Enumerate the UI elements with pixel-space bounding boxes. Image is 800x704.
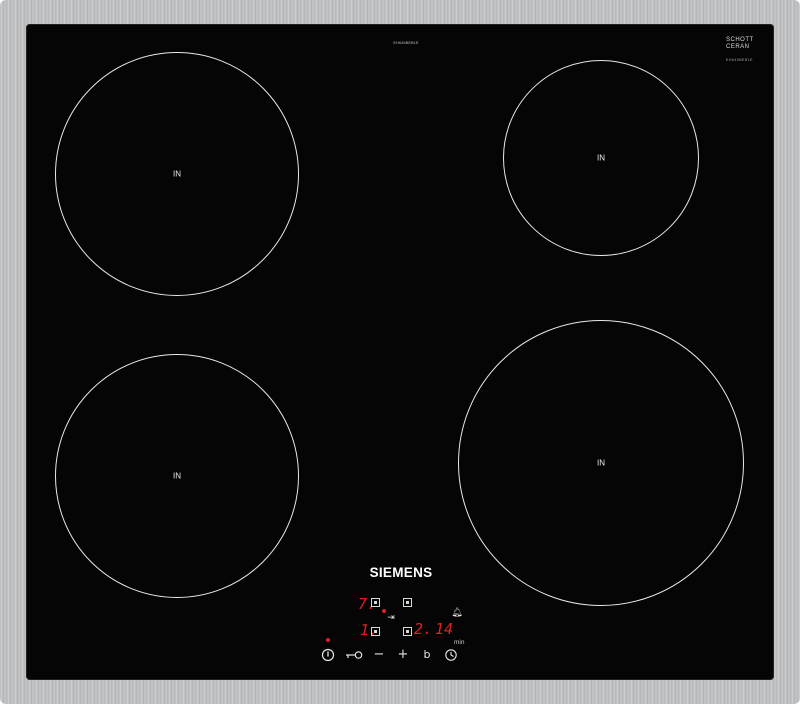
badge-sub: EH645BEB1E <box>726 58 753 62</box>
zone-select-rear-right[interactable] <box>403 598 412 607</box>
timer-minutes-display: 14 <box>435 620 454 638</box>
brand-logo: SIEMENS <box>369 565 433 580</box>
zone-select-front-right[interactable] <box>403 627 412 636</box>
boost-button[interactable]: b <box>421 648 433 662</box>
schott-ceran-badge: SCHOTT CERAN EH645BEB1E <box>726 37 766 64</box>
plus-button[interactable]: + <box>396 648 410 662</box>
clock-icon[interactable] <box>444 648 458 666</box>
zone-select-rear-left[interactable] <box>371 598 380 607</box>
badge-line1: SCHOTT <box>726 37 754 43</box>
cooktop-frame: EH645BEB1E SCHOTT CERAN EH645BEB1E IN IN… <box>0 0 800 704</box>
zone-label: IN <box>597 458 605 468</box>
bell-icon[interactable]: 🔔︎ <box>451 606 463 620</box>
zone-select-front-left[interactable] <box>371 627 380 636</box>
timer-unit: min <box>454 639 465 646</box>
power-indicator-dot <box>326 638 330 642</box>
power-icon[interactable] <box>320 648 336 666</box>
zone-label: IN <box>173 471 181 481</box>
pause-arrow-icon[interactable]: ⇥ <box>384 611 398 625</box>
cooking-zone-rear-left[interactable]: IN <box>55 52 299 296</box>
badge-line2: CERAN <box>726 44 750 50</box>
glass-surface: EH645BEB1E SCHOTT CERAN EH645BEB1E IN IN… <box>26 24 774 680</box>
zone-label: IN <box>597 153 605 163</box>
childlock-key-icon[interactable] <box>344 648 364 666</box>
model-code: EH645BEB1E <box>393 40 419 45</box>
zone-label: IN <box>173 169 181 179</box>
timer-hours-display: 2. <box>414 620 433 638</box>
cooking-zone-front-left[interactable]: IN <box>55 354 299 598</box>
minus-button[interactable]: − <box>372 648 386 662</box>
cooking-zone-front-right[interactable]: IN <box>458 320 744 606</box>
cooking-zone-rear-right[interactable]: IN <box>503 60 699 256</box>
